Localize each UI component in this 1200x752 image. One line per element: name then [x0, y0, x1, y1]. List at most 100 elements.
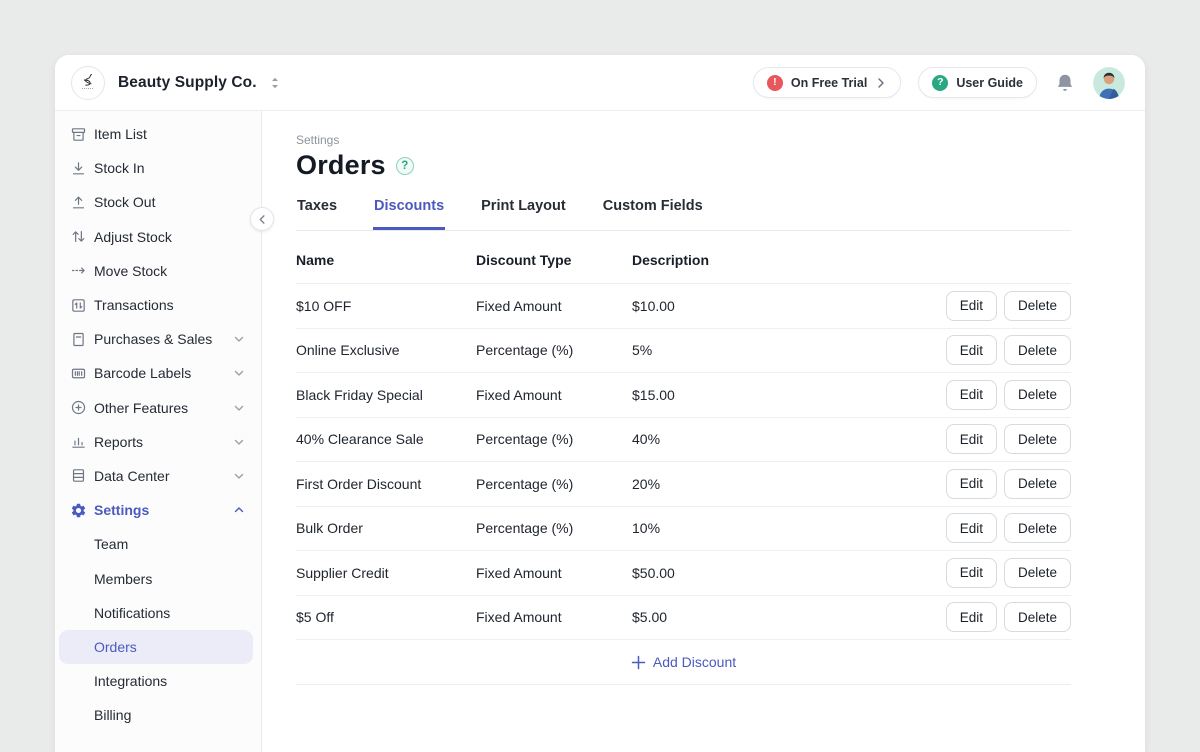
tab-print-layout[interactable]: Print Layout: [480, 196, 567, 230]
discount-description: 5%: [632, 342, 946, 358]
dashed-arrow-right-icon: [70, 262, 87, 279]
tab-taxes[interactable]: Taxes: [296, 196, 338, 230]
table-row: Online Exclusive Percentage (%) 5% Edit …: [296, 329, 1071, 374]
discount-description: $10.00: [632, 298, 946, 314]
sidebar-subitem-team[interactable]: Team: [55, 527, 261, 561]
user-guide-pill[interactable]: ? User Guide: [918, 67, 1037, 98]
gear-icon: [70, 502, 87, 519]
sidebar-item-data-center[interactable]: Data Center: [55, 459, 261, 493]
alert-icon: !: [767, 75, 783, 91]
help-icon[interactable]: ?: [396, 157, 414, 175]
discount-name: 40% Clearance Sale: [296, 431, 476, 447]
discount-type: Percentage (%): [476, 520, 632, 536]
discount-type: Fixed Amount: [476, 387, 632, 403]
user-avatar[interactable]: [1093, 67, 1125, 99]
sidebar-item-stock-out[interactable]: Stock Out: [55, 185, 261, 219]
delete-button[interactable]: Delete: [1004, 558, 1071, 588]
sidebar-item-label: Other Features: [94, 400, 188, 416]
sidebar-subitem-label: Orders: [94, 639, 137, 655]
sidebar-subitem-billing[interactable]: Billing: [55, 698, 261, 732]
sidebar-item-move-stock[interactable]: Move Stock: [55, 254, 261, 288]
company-switcher[interactable]: [269, 75, 281, 91]
delete-button[interactable]: Delete: [1004, 424, 1071, 454]
sidebar-subitem-members[interactable]: Members: [55, 561, 261, 595]
data-rows-icon: [70, 467, 87, 484]
free-trial-label: On Free Trial: [791, 76, 867, 90]
edit-button[interactable]: Edit: [946, 469, 997, 499]
edit-button[interactable]: Edit: [946, 602, 997, 632]
top-bar-right: ! On Free Trial ? User Guide: [753, 67, 1125, 99]
sidebar-subitem-label: Notifications: [94, 605, 170, 621]
add-discount-label: Add Discount: [653, 654, 736, 670]
chevron-left-icon: [257, 214, 268, 225]
sidebar-collapse-button[interactable]: [250, 207, 274, 231]
sidebar-item-barcode-labels[interactable]: Barcode Labels: [55, 356, 261, 390]
discount-name: Black Friday Special: [296, 387, 476, 403]
add-discount-button[interactable]: Add Discount: [296, 640, 1071, 685]
discount-name: Supplier Credit: [296, 565, 476, 581]
sidebar-subitem-notifications[interactable]: Notifications: [55, 596, 261, 630]
upload-arrow-icon: [70, 194, 87, 211]
table-row: Black Friday Special Fixed Amount $15.00…: [296, 373, 1071, 418]
delete-button[interactable]: Delete: [1004, 335, 1071, 365]
archive-box-icon: [70, 126, 87, 143]
edit-button[interactable]: Edit: [946, 291, 997, 321]
bell-icon[interactable]: [1054, 72, 1076, 94]
sidebar-item-transactions[interactable]: Transactions: [55, 288, 261, 322]
transactions-icon: [70, 297, 87, 314]
breadcrumb: Settings: [296, 133, 1071, 147]
sidebar-item-adjust-stock[interactable]: Adjust Stock: [55, 220, 261, 254]
avatar-image: [1093, 67, 1125, 99]
tab-discounts[interactable]: Discounts: [373, 196, 445, 230]
discount-name: $5 Off: [296, 609, 476, 625]
discount-description: $15.00: [632, 387, 946, 403]
sidebar-item-label: Barcode Labels: [94, 365, 191, 381]
top-bar: Beauty Supply Co. ! On Free Trial ? User…: [55, 55, 1145, 111]
question-icon: ?: [932, 75, 948, 91]
discount-name: First Order Discount: [296, 476, 476, 492]
edit-button[interactable]: Edit: [946, 513, 997, 543]
user-guide-label: User Guide: [956, 76, 1023, 90]
document-icon: [70, 331, 87, 348]
delete-button[interactable]: Delete: [1004, 469, 1071, 499]
edit-button[interactable]: Edit: [946, 558, 997, 588]
app-window: Beauty Supply Co. ! On Free Trial ? User…: [55, 55, 1145, 752]
plus-circle-icon: [70, 399, 87, 416]
sidebar-item-purchases-sales[interactable]: Purchases & Sales: [55, 322, 261, 356]
discount-type: Fixed Amount: [476, 565, 632, 581]
sidebar-item-label: Data Center: [94, 468, 169, 484]
company-logo[interactable]: [71, 66, 105, 100]
sidebar-item-settings[interactable]: Settings: [55, 493, 261, 527]
edit-button[interactable]: Edit: [946, 380, 997, 410]
discount-type: Percentage (%): [476, 431, 632, 447]
tab-bar: Taxes Discounts Print Layout Custom Fiel…: [296, 196, 1071, 231]
sidebar-subitem-integrations[interactable]: Integrations: [55, 664, 261, 698]
free-trial-pill[interactable]: ! On Free Trial: [753, 67, 901, 98]
sidebar-item-stock-in[interactable]: Stock In: [55, 151, 261, 185]
edit-button[interactable]: Edit: [946, 424, 997, 454]
delete-button[interactable]: Delete: [1004, 602, 1071, 632]
sidebar-subitem-orders[interactable]: Orders: [59, 630, 253, 664]
table-row: $5 Off Fixed Amount $5.00 Edit Delete: [296, 596, 1071, 641]
sidebar-item-reports[interactable]: Reports: [55, 425, 261, 459]
discount-description: $5.00: [632, 609, 946, 625]
sidebar-subitem-label: Members: [94, 571, 152, 587]
tab-custom-fields[interactable]: Custom Fields: [602, 196, 704, 230]
chevron-down-icon: [233, 436, 245, 448]
delete-button[interactable]: Delete: [1004, 380, 1071, 410]
table-row: First Order Discount Percentage (%) 20% …: [296, 462, 1071, 507]
table-row: 40% Clearance Sale Percentage (%) 40% Ed…: [296, 418, 1071, 463]
sidebar-subitem-label: Billing: [94, 707, 131, 723]
discount-description: 40%: [632, 431, 946, 447]
delete-button[interactable]: Delete: [1004, 513, 1071, 543]
arrows-up-down-icon: [70, 228, 87, 245]
sidebar-item-label: Transactions: [94, 297, 174, 313]
sidebar-item-label: Stock In: [94, 160, 145, 176]
column-header-description: Description: [632, 252, 1071, 268]
delete-button[interactable]: Delete: [1004, 291, 1071, 321]
edit-button[interactable]: Edit: [946, 335, 997, 365]
sidebar-item-item-list[interactable]: Item List: [55, 117, 261, 151]
sidebar-item-other-features[interactable]: Other Features: [55, 391, 261, 425]
chevron-right-icon: [875, 77, 887, 89]
discount-name: Bulk Order: [296, 520, 476, 536]
